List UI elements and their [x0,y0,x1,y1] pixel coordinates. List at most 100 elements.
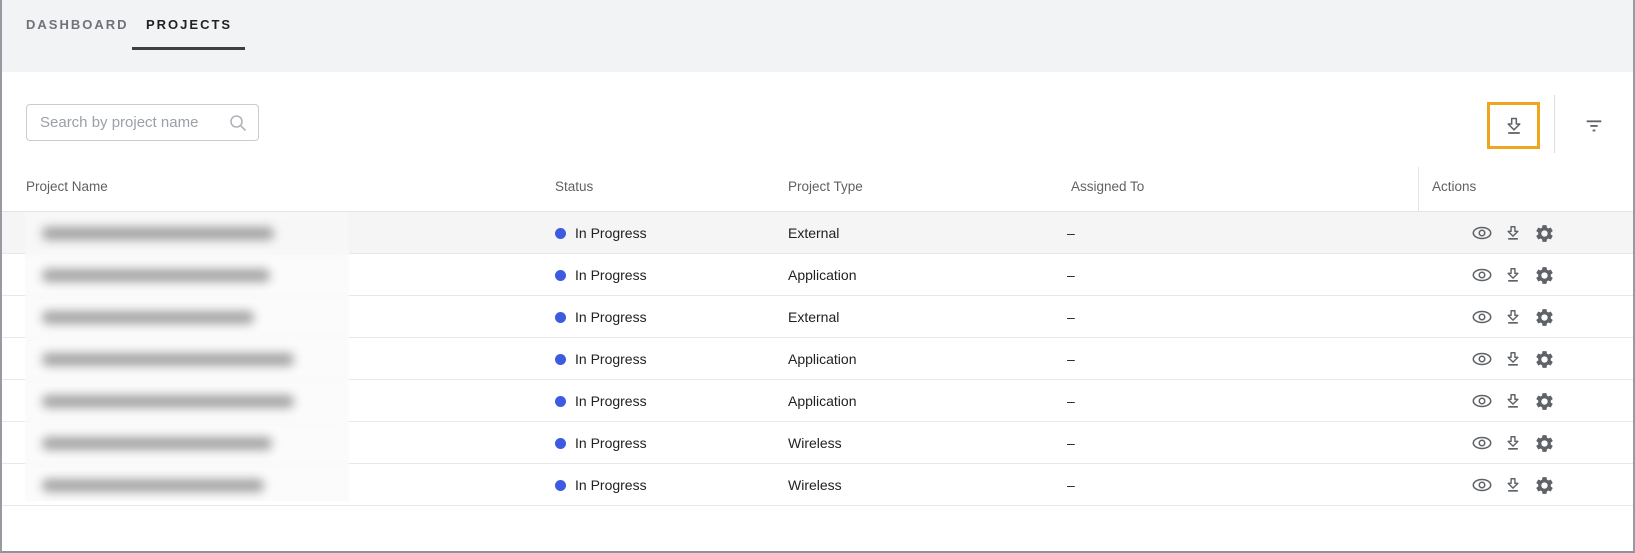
status-label: In Progress [575,393,647,409]
export-download-button[interactable] [1487,102,1540,149]
download-icon [1503,223,1523,243]
redacted-project-name [42,227,274,240]
status-cell: In Progress [555,422,647,464]
eye-icon [1471,432,1493,454]
status-dot-icon [555,353,566,365]
gear-icon [1534,349,1555,370]
download-row-button[interactable] [1501,473,1525,497]
project-type-cell: Application [788,351,857,367]
tab-projects[interactable]: PROJECTS [132,17,246,32]
gear-icon [1534,391,1555,412]
status-dot-icon [555,227,566,239]
redacted-project-name [42,437,272,450]
assigned-to-cell: – [1067,225,1075,241]
filter-button[interactable] [1580,111,1608,139]
download-icon [1503,307,1523,327]
project-type-cell: Wireless [788,477,842,493]
eye-icon [1471,222,1493,244]
actions-cell [1428,296,1560,338]
actions-cell [1428,464,1560,506]
project-type-cell: Application [788,267,857,283]
toolbar-divider [1554,95,1555,153]
project-type-cell: Wireless [788,435,842,451]
status-dot-icon [555,479,566,491]
status-label: In Progress [575,225,647,241]
gear-icon [1534,265,1555,286]
tab-bar: DASHBOARD PROJECTS [2,0,1633,72]
download-row-button[interactable] [1501,389,1525,413]
status-dot-icon [555,269,566,281]
eye-icon [1471,474,1493,496]
actions-cell [1428,338,1560,380]
status-label: In Progress [575,477,647,493]
redacted-project-name [42,395,294,408]
tab-dashboard[interactable]: DASHBOARD [26,17,129,32]
gear-icon [1534,307,1555,328]
app-window: DASHBOARD PROJECTS Project Name [0,0,1635,553]
assigned-to-cell: – [1067,267,1075,283]
download-icon [1503,475,1523,495]
redacted-project-name [42,311,254,324]
gear-icon [1534,223,1555,244]
filter-list-icon [1583,114,1605,136]
column-header-project-type: Project Type [788,179,863,194]
settings-row-button[interactable] [1532,221,1556,245]
column-header-assigned-to: Assigned To [1071,179,1145,194]
assigned-to-cell: – [1067,351,1075,367]
download-icon [1502,114,1526,138]
download-icon [1503,391,1523,411]
status-cell: In Progress [555,212,647,254]
eye-icon [1471,306,1493,328]
download-row-button[interactable] [1501,263,1525,287]
eye-icon [1471,348,1493,370]
assigned-to-cell: – [1067,477,1075,493]
view-button[interactable] [1470,221,1494,245]
status-dot-icon [555,395,566,407]
column-header-status: Status [555,179,594,194]
download-icon [1503,433,1523,453]
search-input[interactable] [40,105,225,140]
project-type-cell: External [788,225,840,241]
view-button[interactable] [1470,389,1494,413]
status-label: In Progress [575,267,647,283]
search-box[interactable] [26,104,259,141]
status-label: In Progress [575,309,647,325]
status-cell: In Progress [555,296,647,338]
eye-icon [1471,390,1493,412]
view-button[interactable] [1470,305,1494,329]
status-cell: In Progress [555,338,647,380]
download-icon [1503,265,1523,285]
settings-row-button[interactable] [1532,473,1556,497]
status-label: In Progress [575,435,647,451]
download-row-button[interactable] [1501,347,1525,371]
assigned-to-cell: – [1067,309,1075,325]
assigned-to-cell: – [1067,393,1075,409]
table-header: Project Name Status Project Type Assigne… [2,164,1633,212]
download-row-button[interactable] [1501,305,1525,329]
settings-row-button[interactable] [1532,389,1556,413]
view-button[interactable] [1470,347,1494,371]
view-button[interactable] [1470,263,1494,287]
settings-row-button[interactable] [1532,431,1556,455]
actions-cell [1428,254,1560,296]
download-icon [1503,349,1523,369]
settings-row-button[interactable] [1532,347,1556,371]
status-label: In Progress [575,351,647,367]
download-row-button[interactable] [1501,431,1525,455]
settings-row-button[interactable] [1532,263,1556,287]
assigned-to-cell: – [1067,435,1075,451]
status-dot-icon [555,311,566,323]
redacted-project-names-overlay [25,212,349,501]
actions-cell [1428,380,1560,422]
active-tab-underline [132,47,245,50]
view-button[interactable] [1470,431,1494,455]
download-row-button[interactable] [1501,221,1525,245]
view-button[interactable] [1470,473,1494,497]
project-type-cell: Application [788,393,857,409]
status-cell: In Progress [555,254,647,296]
redacted-project-name [42,353,294,366]
redacted-project-name [42,269,270,282]
status-cell: In Progress [555,464,647,506]
status-dot-icon [555,437,566,449]
settings-row-button[interactable] [1532,305,1556,329]
